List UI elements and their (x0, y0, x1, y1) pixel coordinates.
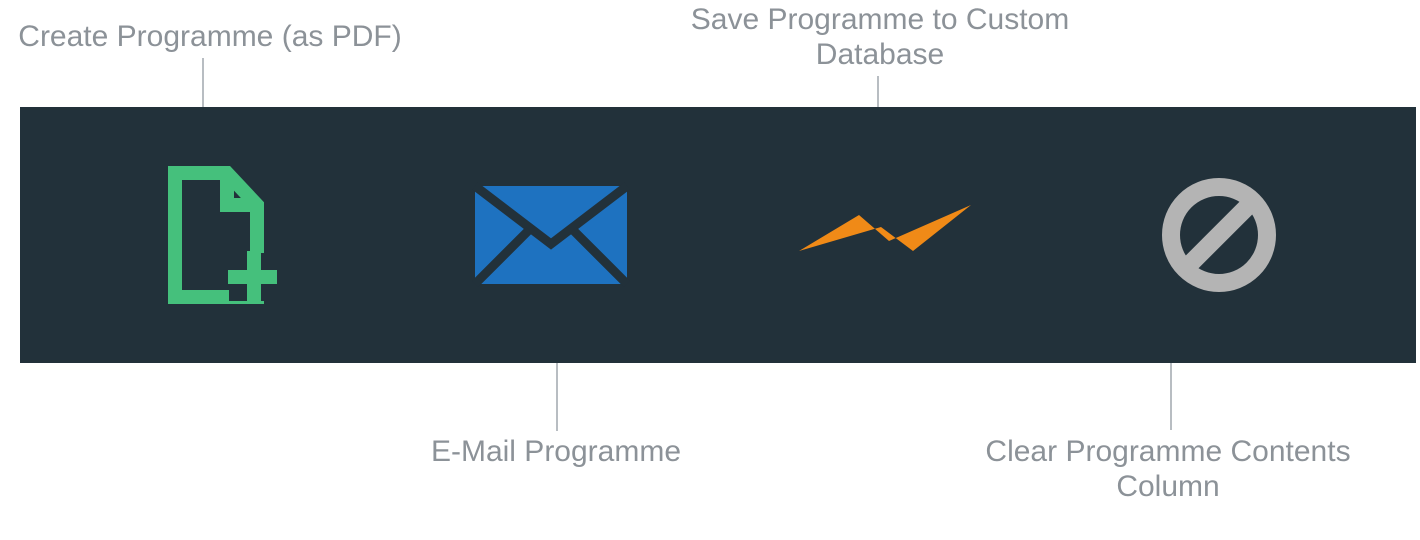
callout-create-pdf: Create Programme (as PDF) (0, 20, 420, 55)
save-programme-db-button[interactable] (800, 170, 970, 300)
callout-email: E-Mail Programme (356, 435, 756, 470)
clear-programme-button[interactable] (1134, 170, 1304, 300)
toolbar (20, 107, 1416, 363)
envelope-icon (471, 180, 631, 290)
email-programme-button[interactable] (466, 170, 636, 300)
callout-save-db: Save Programme to Custom Database (680, 3, 1080, 72)
callout-clear: Clear Programme Contents Column (968, 435, 1368, 504)
file-add-icon (157, 165, 277, 305)
create-programme-pdf-button[interactable] (132, 170, 302, 300)
bolt-icon (795, 195, 975, 275)
prohibited-icon (1159, 175, 1279, 295)
